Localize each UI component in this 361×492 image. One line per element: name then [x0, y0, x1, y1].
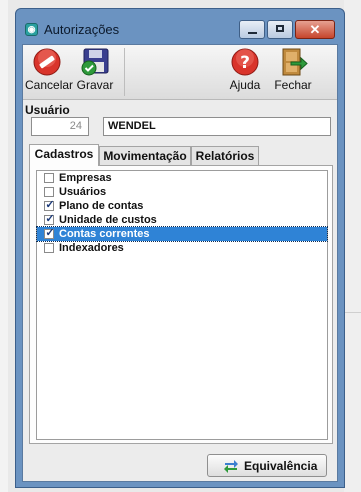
equivalence-button[interactable]: Equivalência: [207, 454, 327, 477]
toolbar-separator: [124, 48, 125, 96]
checkmark-icon: ✓: [45, 227, 55, 239]
tab-panel-cadastros: Empresas Usuários ✓ Plano de contas ✓ Unidade…: [29, 165, 333, 444]
permission-label: Contas correntes: [59, 228, 150, 240]
close-icon: ✕: [309, 22, 321, 37]
checkmark-icon: ✓: [45, 213, 55, 225]
permission-label: Usuários: [59, 186, 107, 198]
cancel-label: Cancelar: [25, 78, 74, 92]
svg-text:?: ?: [240, 53, 250, 73]
permission-label: Indexadores: [59, 242, 124, 254]
exit-button[interactable]: Fechar: [271, 47, 315, 92]
permission-label: Plano de contas: [59, 200, 144, 212]
permission-item[interactable]: Empresas: [37, 171, 327, 185]
help-label: Ajuda: [229, 78, 261, 92]
divider: [344, 312, 361, 313]
save-button[interactable]: Gravar: [73, 47, 117, 92]
exit-label: Fechar: [274, 78, 312, 92]
permission-label: Empresas: [59, 172, 112, 184]
save-label: Gravar: [76, 78, 114, 92]
swap-arrows-icon: [224, 459, 238, 473]
tab-cadastros[interactable]: Cadastros: [29, 144, 99, 166]
permission-item[interactable]: Indexadores: [37, 241, 327, 255]
cancel-button[interactable]: Cancelar: [25, 47, 74, 92]
permission-checkbox[interactable]: ✓: [44, 199, 55, 211]
minimize-button[interactable]: [239, 20, 265, 39]
checkmark-icon: ✓: [45, 199, 55, 211]
user-section-label: Usuário: [25, 103, 70, 117]
title-bar[interactable]: ◉ Autorizações ✕: [16, 9, 344, 44]
help-icon: ?: [230, 47, 260, 77]
close-window-button[interactable]: ✕: [295, 20, 335, 39]
minimize-icon: [248, 32, 257, 34]
tab-movimentacao[interactable]: Movimentação: [99, 146, 191, 165]
equivalence-label: Equivalência: [244, 459, 318, 473]
permission-checkbox[interactable]: [44, 173, 54, 183]
window-title: Autorizações: [44, 22, 120, 37]
cancel-icon: [32, 47, 62, 77]
permission-label: Unidade de custos: [59, 214, 157, 226]
permission-checkbox[interactable]: ✓: [44, 227, 55, 239]
desktop-right-edge: [344, 0, 361, 492]
window-client-area: Cancelar Gravar ? Ajuda Fechar Usuário 2…: [22, 44, 338, 482]
permissions-checklist[interactable]: Empresas Usuários ✓ Plano de contas ✓ Unidade…: [36, 170, 328, 440]
permission-item[interactable]: ✓ Plano de contas: [37, 199, 327, 213]
exit-door-icon: [278, 47, 308, 77]
tab-relatorios[interactable]: Relatórios: [191, 146, 259, 165]
toolbar: Cancelar Gravar ? Ajuda Fechar: [23, 45, 337, 100]
permission-checkbox[interactable]: [44, 187, 54, 197]
maximize-button[interactable]: [267, 20, 293, 39]
permission-item[interactable]: ✓ Contas correntes: [36, 226, 328, 242]
maximize-icon: [276, 25, 284, 32]
help-button[interactable]: ? Ajuda: [225, 47, 265, 92]
permission-checkbox[interactable]: [44, 243, 54, 253]
save-floppy-icon: [80, 47, 110, 77]
authorizations-window: ◉ Autorizações ✕ Cancelar Gravar ? Ajuda…: [15, 8, 345, 488]
permission-item[interactable]: Usuários: [37, 185, 327, 199]
user-id-field[interactable]: 24: [31, 117, 89, 136]
permission-item[interactable]: ✓ Unidade de custos: [37, 213, 327, 227]
app-icon: ◉: [25, 23, 38, 36]
permission-checkbox[interactable]: ✓: [44, 213, 55, 225]
user-name-field[interactable]: WENDEL: [103, 117, 331, 136]
desktop-left-edge: [0, 0, 8, 492]
